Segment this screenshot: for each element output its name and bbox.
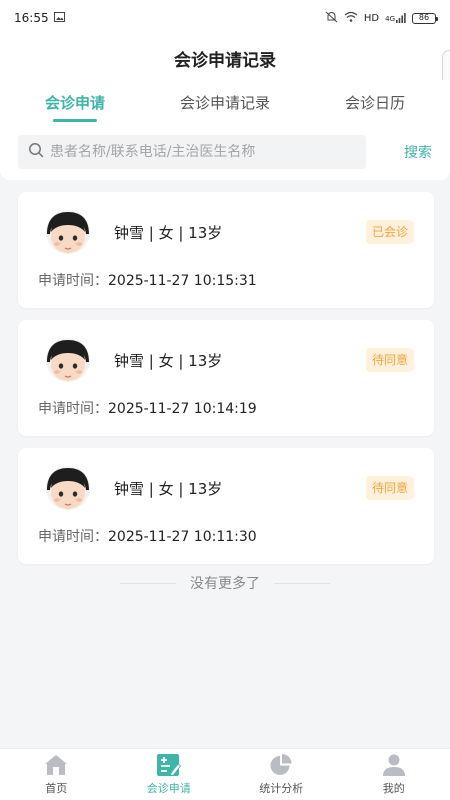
apply-time-value: 2025-11-27 10:11:30 xyxy=(108,529,257,545)
header: 会诊申请记录 xyxy=(0,36,450,80)
gallery-icon xyxy=(53,11,65,25)
apply-time-value: 2025-11-27 10:14:19 xyxy=(108,401,257,417)
patient-info: 钟雪 | 女 | 13岁 xyxy=(114,480,223,498)
tab-consult-records[interactable]: 会诊申请记录 xyxy=(150,80,300,124)
record-card[interactable]: 钟雪 | 女 | 13岁 待同意 申请时间：2025-11-27 10:14:1… xyxy=(18,320,434,436)
search-box xyxy=(18,135,366,169)
status-bar: 16:55 HD 4G 86 xyxy=(0,0,450,36)
tab-consult-calendar[interactable]: 会诊日历 xyxy=(300,80,450,124)
record-card[interactable]: 钟雪 | 女 | 13岁 已会诊 申请时间：2025-11-27 10:15:3… xyxy=(18,192,434,308)
status-badge: 已会诊 xyxy=(365,220,414,244)
bottom-nav: 首页 会诊申请 统计分析 我的 xyxy=(0,748,450,800)
status-badge: 待同意 xyxy=(365,348,414,372)
status-time: 16:55 xyxy=(14,11,49,25)
tab-label: 会诊申请 xyxy=(44,93,105,112)
signal-label: 4G xyxy=(385,15,395,23)
patient-info: 钟雪 | 女 | 13岁 xyxy=(114,224,223,242)
user-icon xyxy=(381,753,407,777)
status-badge: 待同意 xyxy=(365,476,414,500)
search-input[interactable] xyxy=(50,144,356,160)
apply-time: 申请时间：2025-11-27 10:14:19 xyxy=(38,398,257,418)
nav-home[interactable]: 首页 xyxy=(0,749,113,800)
signal-icon: 4G xyxy=(385,13,406,23)
apply-time-label: 申请时间： xyxy=(38,529,108,545)
search-bar: 搜索 xyxy=(0,124,450,180)
record-card[interactable]: 钟雪 | 女 | 13岁 待同意 申请时间：2025-11-27 10:11:3… xyxy=(18,448,434,564)
battery-icon: 86 xyxy=(412,12,438,24)
apply-time: 申请时间：2025-11-27 10:15:31 xyxy=(38,270,257,290)
divider xyxy=(120,582,176,584)
search-icon xyxy=(28,142,44,162)
nav-consult-apply[interactable]: 会诊申请 xyxy=(113,749,226,800)
apply-time-value: 2025-11-27 10:15:31 xyxy=(108,273,257,289)
tab-label: 会诊日历 xyxy=(344,93,405,112)
nav-label: 首页 xyxy=(45,782,68,795)
tab-consult-apply[interactable]: 会诊申请 xyxy=(0,80,150,124)
pie-chart-icon xyxy=(268,753,294,777)
tab-label: 会诊申请记录 xyxy=(179,93,270,112)
nav-label: 我的 xyxy=(382,782,405,795)
consult-apply-icon xyxy=(156,753,182,777)
nav-label: 统计分析 xyxy=(259,782,304,795)
network-label: HD xyxy=(363,12,380,24)
wifi-icon xyxy=(344,11,358,25)
no-more-indicator: 没有更多了 xyxy=(0,572,450,594)
tab-bar: 会诊申请 会诊申请记录 会诊日历 xyxy=(0,80,450,124)
battery-level: 86 xyxy=(418,13,430,22)
nav-mine[interactable]: 我的 xyxy=(338,749,450,800)
divider xyxy=(274,582,330,584)
avatar xyxy=(38,208,98,256)
apply-time: 申请时间：2025-11-27 10:11:30 xyxy=(38,526,257,546)
page-title: 会诊申请记录 xyxy=(174,50,276,71)
home-icon xyxy=(43,753,69,777)
avatar xyxy=(38,464,98,512)
nav-statistics[interactable]: 统计分析 xyxy=(225,749,338,800)
apply-time-label: 申请时间： xyxy=(38,273,108,289)
apply-time-label: 申请时间： xyxy=(38,401,108,417)
avatar xyxy=(38,336,98,384)
nav-label: 会诊申请 xyxy=(146,782,191,795)
patient-info: 钟雪 | 女 | 13岁 xyxy=(114,352,223,370)
mute-icon xyxy=(325,11,338,26)
no-more-text: 没有更多了 xyxy=(190,576,260,592)
search-button[interactable]: 搜索 xyxy=(404,142,432,162)
